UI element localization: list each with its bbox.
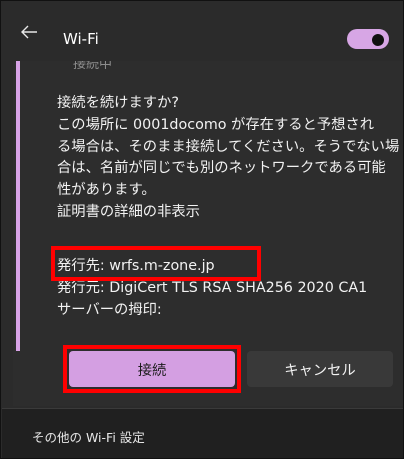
connecting-status-label: 接続中 <box>73 61 113 69</box>
wifi-toggle[interactable] <box>347 29 389 49</box>
header-bar: Wi-Fi <box>2 2 403 66</box>
selection-accent-bar <box>16 61 20 351</box>
hide-certificate-details-link[interactable]: 証明書の詳細の非表示 <box>57 202 393 224</box>
connection-warning-text: 接続を続けますか? この場所に 0001docomo が存在すると予想され る場… <box>57 93 400 224</box>
issued-by-text: 発行元: DigiCert TLS RSA SHA256 2020 CA1 <box>57 280 368 296</box>
wifi-flyout: Wi-Fi 接続中 接続を続けますか? この場所に 0001docomo が存在… <box>0 0 404 459</box>
connect-button[interactable]: 接続 <box>69 351 235 387</box>
footer-bar: その他の Wi-Fi 設定 <box>2 408 403 458</box>
warning-line: 性があります。 <box>57 182 156 199</box>
back-arrow-icon[interactable] <box>20 24 46 44</box>
more-wifi-settings-link[interactable]: その他の Wi-Fi 設定 <box>32 427 145 446</box>
page-title: Wi-Fi <box>63 30 99 48</box>
warning-line: 接続を続けますか? <box>57 95 179 111</box>
server-fingerprint-label: サーバーの拇印: <box>57 302 162 318</box>
warning-line: る場合は、そのまま接続してください。そうでない場 <box>57 138 400 155</box>
warning-line: 合は、名前が同じでも別のネットワークである可能 <box>57 160 386 177</box>
cancel-button[interactable]: キャンセル <box>247 351 393 387</box>
issued-to-text: 発行先: wrfs.m-zone.jp <box>57 258 215 274</box>
toggle-knob <box>372 34 384 46</box>
warning-line: この場所に 0001docomo が存在すると予想され <box>57 116 375 133</box>
